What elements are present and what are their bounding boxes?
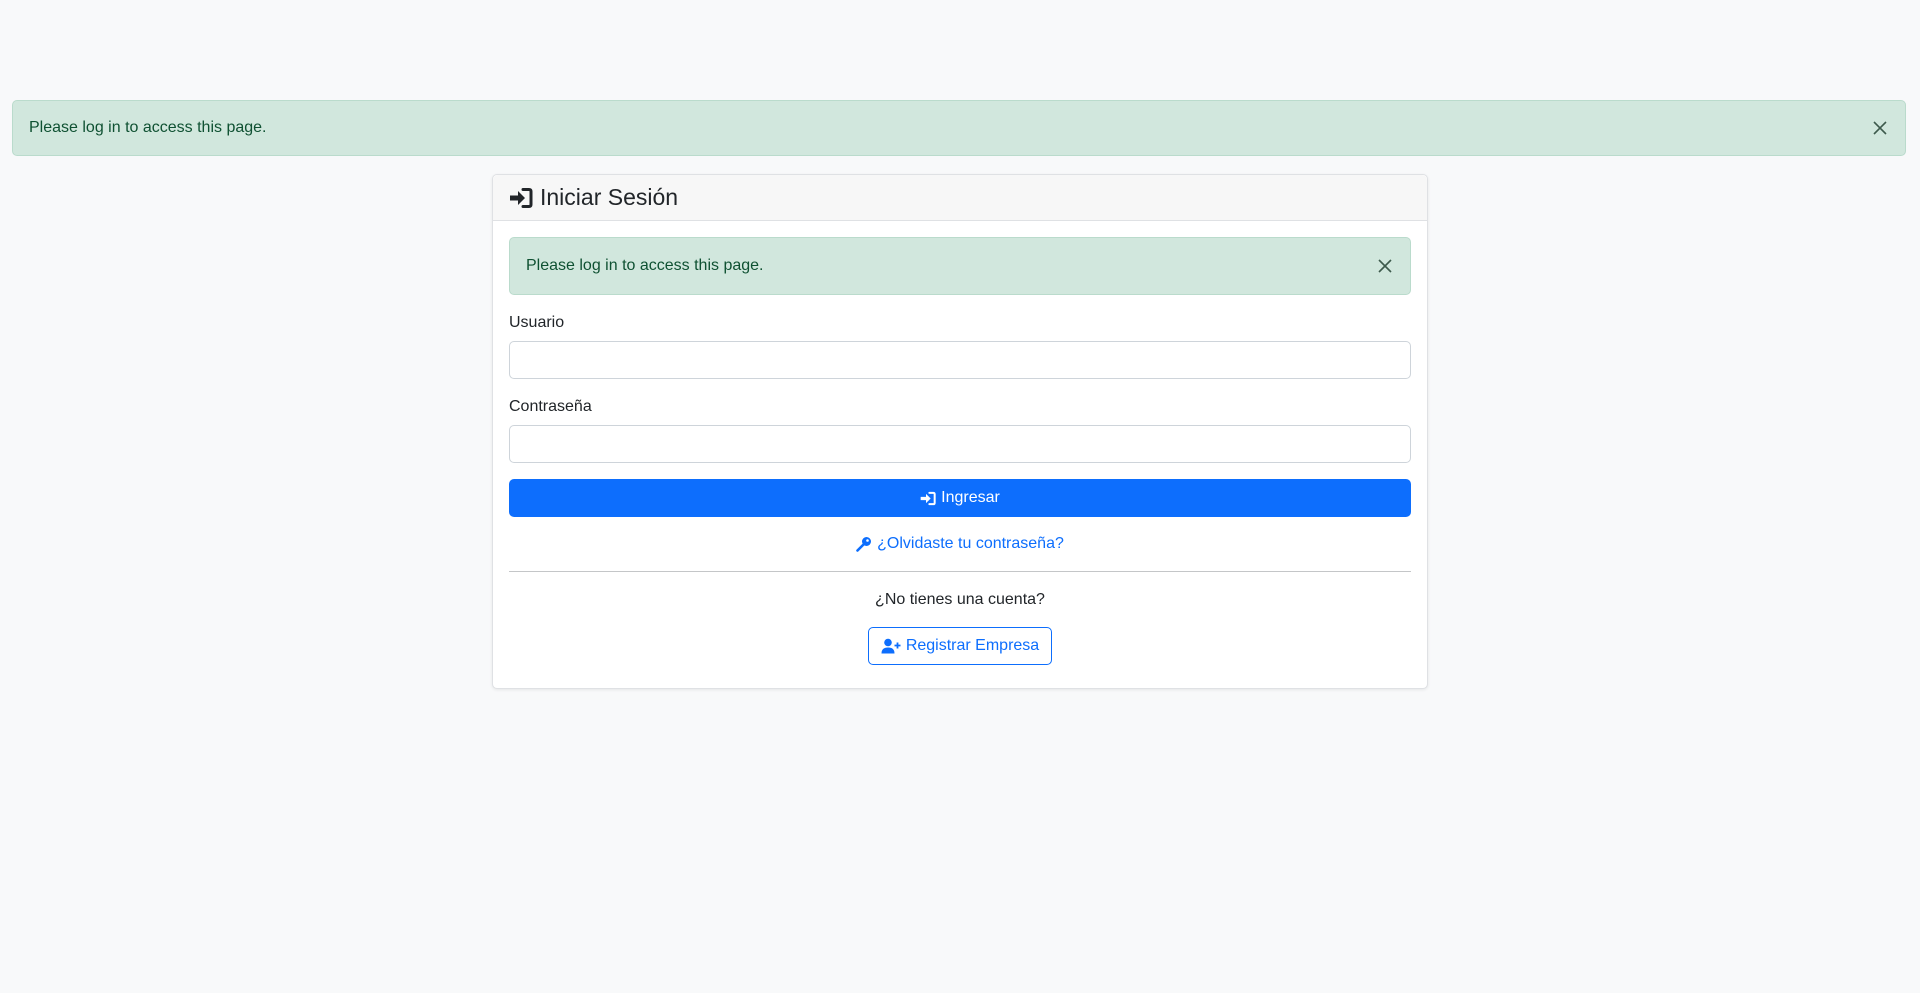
card-body: Please log in to access this page. Usuar…: [493, 221, 1427, 665]
password-label: Contraseña: [509, 398, 592, 415]
flash-alert: Please log in to access this page.: [509, 237, 1411, 295]
key-icon: [856, 536, 872, 552]
login-button-label: Ingresar: [941, 489, 1000, 506]
signup-prompt: ¿No tienes una cuenta?: [875, 591, 1045, 608]
password-field[interactable]: [509, 425, 1411, 463]
page-title: Iniciar Sesión: [540, 184, 679, 210]
flash-message: Please log in to access this page.: [29, 119, 267, 136]
username-field[interactable]: [509, 341, 1411, 379]
forgot-password-label: ¿Olvidaste tu contraseña?: [877, 535, 1064, 552]
register-company-label: Registrar Empresa: [905, 637, 1040, 654]
flash-message: Please log in to access this page.: [526, 257, 764, 274]
login-card: Iniciar Sesión Please log in to access t…: [492, 174, 1428, 689]
sign-in-icon: [509, 187, 533, 209]
forgot-password-link[interactable]: ¿Olvidaste tu contraseña?: [509, 535, 1411, 553]
user-plus-icon: [881, 638, 901, 654]
flash-alert-top: Please log in to access this page.: [12, 100, 1906, 156]
login-button[interactable]: Ingresar: [509, 479, 1411, 517]
username-label: Usuario: [509, 314, 565, 331]
close-icon[interactable]: [1374, 255, 1396, 277]
sign-in-icon: [920, 491, 936, 506]
register-company-button[interactable]: Registrar Empresa: [868, 627, 1052, 665]
close-icon[interactable]: [1869, 117, 1891, 139]
card-header: Iniciar Sesión: [493, 175, 1427, 221]
divider: [509, 571, 1411, 572]
